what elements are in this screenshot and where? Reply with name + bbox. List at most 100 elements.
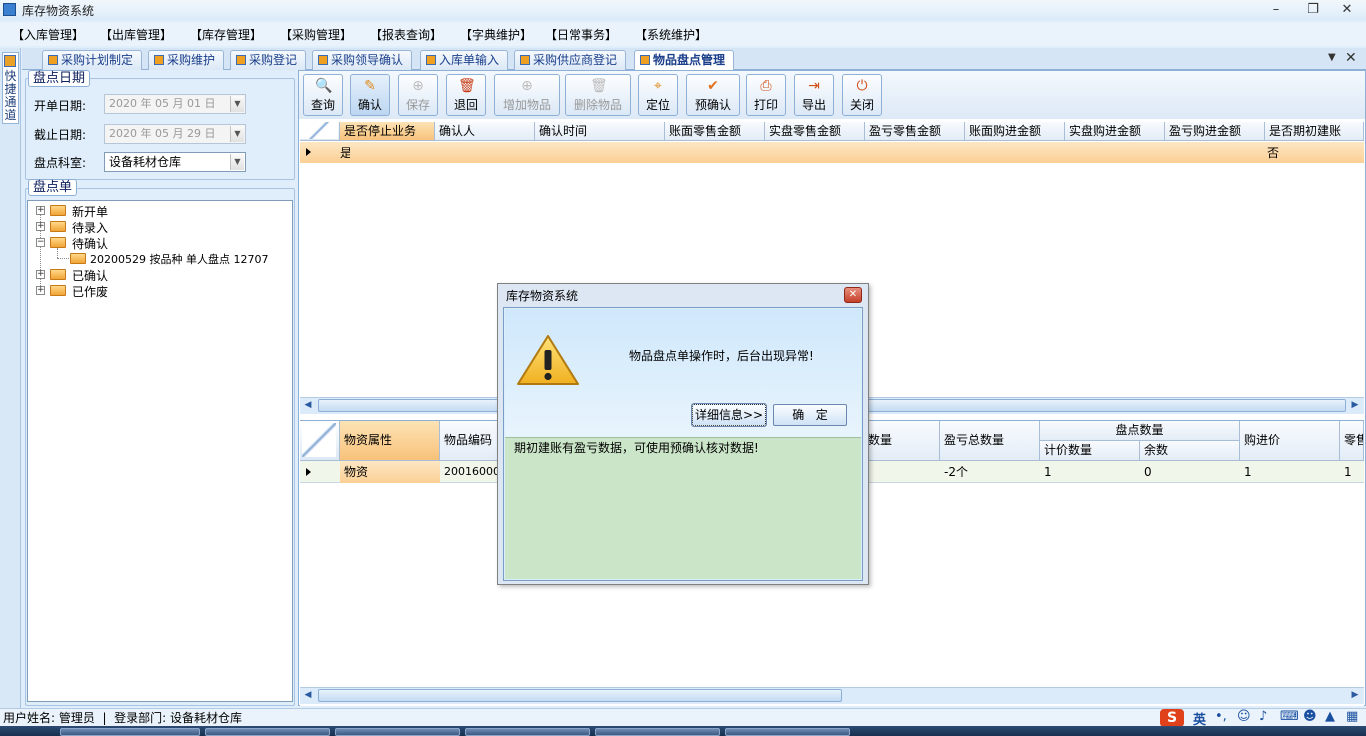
ime-logo-icon[interactable]: S <box>1160 709 1184 727</box>
tab-purchase-leader-confirm[interactable]: 采购领导确认 <box>312 50 413 70</box>
close-icon[interactable]: ✕ <box>1336 2 1358 18</box>
tree-node-voided[interactable]: 已作废 <box>72 283 108 300</box>
taskbar-item[interactable] <box>60 728 200 736</box>
expand-icon[interactable]: + <box>36 222 45 231</box>
menu-item-purchase[interactable]: 【采购管理】 <box>280 26 352 43</box>
keyboard-icon[interactable]: ⌨ <box>1280 709 1299 724</box>
menu-item-inventory[interactable]: 【库存管理】 <box>190 26 262 43</box>
expand-icon[interactable]: + <box>36 270 45 279</box>
column-header[interactable]: 账面零售金额 <box>665 122 765 141</box>
column-header[interactable]: 物品编码 <box>440 421 500 461</box>
menu-item-outbound[interactable]: 【出库管理】 <box>100 26 172 43</box>
column-header[interactable]: 确认人 <box>435 122 535 141</box>
tab-supplier-register[interactable]: 采购供应商登记 <box>514 50 627 70</box>
taskbar-item[interactable] <box>595 728 720 736</box>
tree-node-pending-entry[interactable]: 待录入 <box>72 219 108 236</box>
column-header[interactable]: 账面购进金额 <box>965 122 1065 141</box>
query-button[interactable]: 🔍 查询 <box>303 74 343 116</box>
column-header[interactable]: 确认时间 <box>535 122 665 141</box>
return-button[interactable]: 🗑 退回 <box>446 74 486 116</box>
expand-icon[interactable]: + <box>36 286 45 295</box>
folder-icon <box>50 269 66 280</box>
delete-item-button[interactable]: 🗑 删除物品 <box>565 74 631 116</box>
tab-close-icon[interactable]: ✕ <box>1345 50 1357 66</box>
dept-select[interactable]: 设备耗材仓库 ▼ <box>104 152 246 172</box>
column-header[interactable]: 计价数量 <box>1040 441 1140 461</box>
taskbar-item[interactable] <box>205 728 330 736</box>
add-item-button[interactable]: ⊕ 增加物品 <box>494 74 560 116</box>
taskbar-item[interactable] <box>465 728 590 736</box>
tree-node-stocktake-20200529[interactable]: 20200529 按品种 单人盘点 12707 <box>90 251 268 267</box>
add-icon: ⊕ <box>521 78 533 94</box>
locate-button[interactable]: ⌖ 定位 <box>638 74 678 116</box>
dialog-close-icon[interactable]: ✕ <box>844 287 862 303</box>
chevron-down-icon[interactable]: ▼ <box>230 96 244 112</box>
column-header[interactable]: 数量 <box>866 421 940 461</box>
printer-icon: ⎙ <box>760 78 772 94</box>
dialog-message: 物品盘点单操作时，后台出现异常! <box>629 349 814 363</box>
save-button[interactable]: ⊕ 保存 <box>398 74 438 116</box>
expand-icon[interactable]: + <box>36 206 45 215</box>
column-header[interactable]: 盈亏购进金额 <box>1165 122 1265 141</box>
collapse-icon[interactable]: − <box>36 238 45 247</box>
tab-stocktake-manage[interactable]: 物品盘点管理 <box>634 50 735 70</box>
chevron-down-icon[interactable]: ▼ <box>230 154 244 170</box>
tab-list-dropdown-icon[interactable]: ▼ <box>1328 52 1336 63</box>
emoji-icon[interactable]: ☺ <box>1237 709 1251 724</box>
column-header[interactable]: 余数 <box>1140 441 1240 461</box>
tab-doc-icon <box>426 55 436 65</box>
minimize-icon[interactable]: – <box>1265 2 1287 18</box>
tab-inbound-input[interactable]: 入库单输入 <box>420 50 509 70</box>
pre-confirm-button[interactable]: ✔ 预确认 <box>686 74 740 116</box>
dialog-detail-panel <box>505 437 861 579</box>
scroll-left-icon[interactable]: ◀ <box>303 397 313 414</box>
table-row[interactable] <box>300 142 1364 163</box>
start-date-picker[interactable]: 2020 年 05 月 01 日 ▼ <box>104 94 246 114</box>
export-button[interactable]: ⇥ 导出 <box>794 74 834 116</box>
column-header[interactable]: 是否期初建账 <box>1265 122 1364 141</box>
column-header[interactable]: 盈亏零售金额 <box>865 122 965 141</box>
scroll-right-icon[interactable]: ▶ <box>1350 397 1360 414</box>
menu-item-reports[interactable]: 【报表查询】 <box>370 26 442 43</box>
taskbar-item[interactable] <box>725 728 850 736</box>
close-button[interactable]: ⏻ 关闭 <box>842 74 882 116</box>
tab-purchase-register[interactable]: 采购登记 <box>230 50 307 70</box>
tree-node-pending-confirm[interactable]: 待确认 <box>72 235 108 252</box>
quick-channel-label: 快捷通道 <box>4 69 17 122</box>
tree-node-new[interactable]: 新开单 <box>72 203 108 220</box>
tree-node-confirmed[interactable]: 已确认 <box>72 267 108 284</box>
column-header[interactable]: 物资属性 <box>340 421 440 461</box>
end-date-picker[interactable]: 2020 年 05 月 29 日 ▼ <box>104 124 246 144</box>
menu-item-dictionary[interactable]: 【字典维护】 <box>460 26 532 43</box>
menu-item-system[interactable]: 【系统维护】 <box>635 26 707 43</box>
column-header[interactable]: 是否停止业务 <box>340 122 435 141</box>
restore-icon[interactable]: ❐ <box>1302 2 1324 18</box>
column-header[interactable]: 盈亏总数量 <box>940 421 1040 461</box>
user-icon[interactable]: ☻ <box>1303 709 1317 724</box>
column-header[interactable]: 购进价 <box>1240 421 1340 461</box>
details-button[interactable]: 详细信息>> <box>691 403 767 427</box>
print-button[interactable]: ⎙ 打印 <box>746 74 786 116</box>
menu-item-daily[interactable]: 【日常事务】 <box>545 26 617 43</box>
microphone-icon[interactable]: ♪ <box>1259 709 1267 724</box>
confirm-button[interactable]: ✎ 确认 <box>350 74 390 116</box>
column-header[interactable]: 实盘零售金额 <box>765 122 865 141</box>
taskbar-item[interactable] <box>335 728 460 736</box>
table-cell: 1 <box>1044 465 1052 479</box>
quick-channel-bar <box>0 48 21 708</box>
scroll-right-icon[interactable]: ▶ <box>1350 687 1360 704</box>
trash-icon: 🗑 <box>590 78 608 94</box>
scroll-left-icon[interactable]: ◀ <box>303 687 313 704</box>
menu-item-inbound[interactable]: 【入库管理】 <box>12 26 84 43</box>
tab-purchase-maintain[interactable]: 采购维护 <box>148 50 225 70</box>
search-icon: 🔍 <box>315 78 333 94</box>
chevron-down-icon[interactable]: ▼ <box>230 126 244 142</box>
toolbox-icon[interactable]: ▦ <box>1346 709 1358 724</box>
ime-punct-icon[interactable]: •, <box>1215 709 1227 724</box>
skin-icon[interactable]: ▲ <box>1325 709 1335 724</box>
tab-purchase-plan[interactable]: 采购计划制定 <box>42 50 143 70</box>
column-header[interactable]: 零售 <box>1340 421 1364 461</box>
column-header[interactable]: 实盘购进金额 <box>1065 122 1165 141</box>
ok-button[interactable]: 确 定 <box>773 404 847 426</box>
scrollbar-thumb[interactable] <box>318 689 842 702</box>
